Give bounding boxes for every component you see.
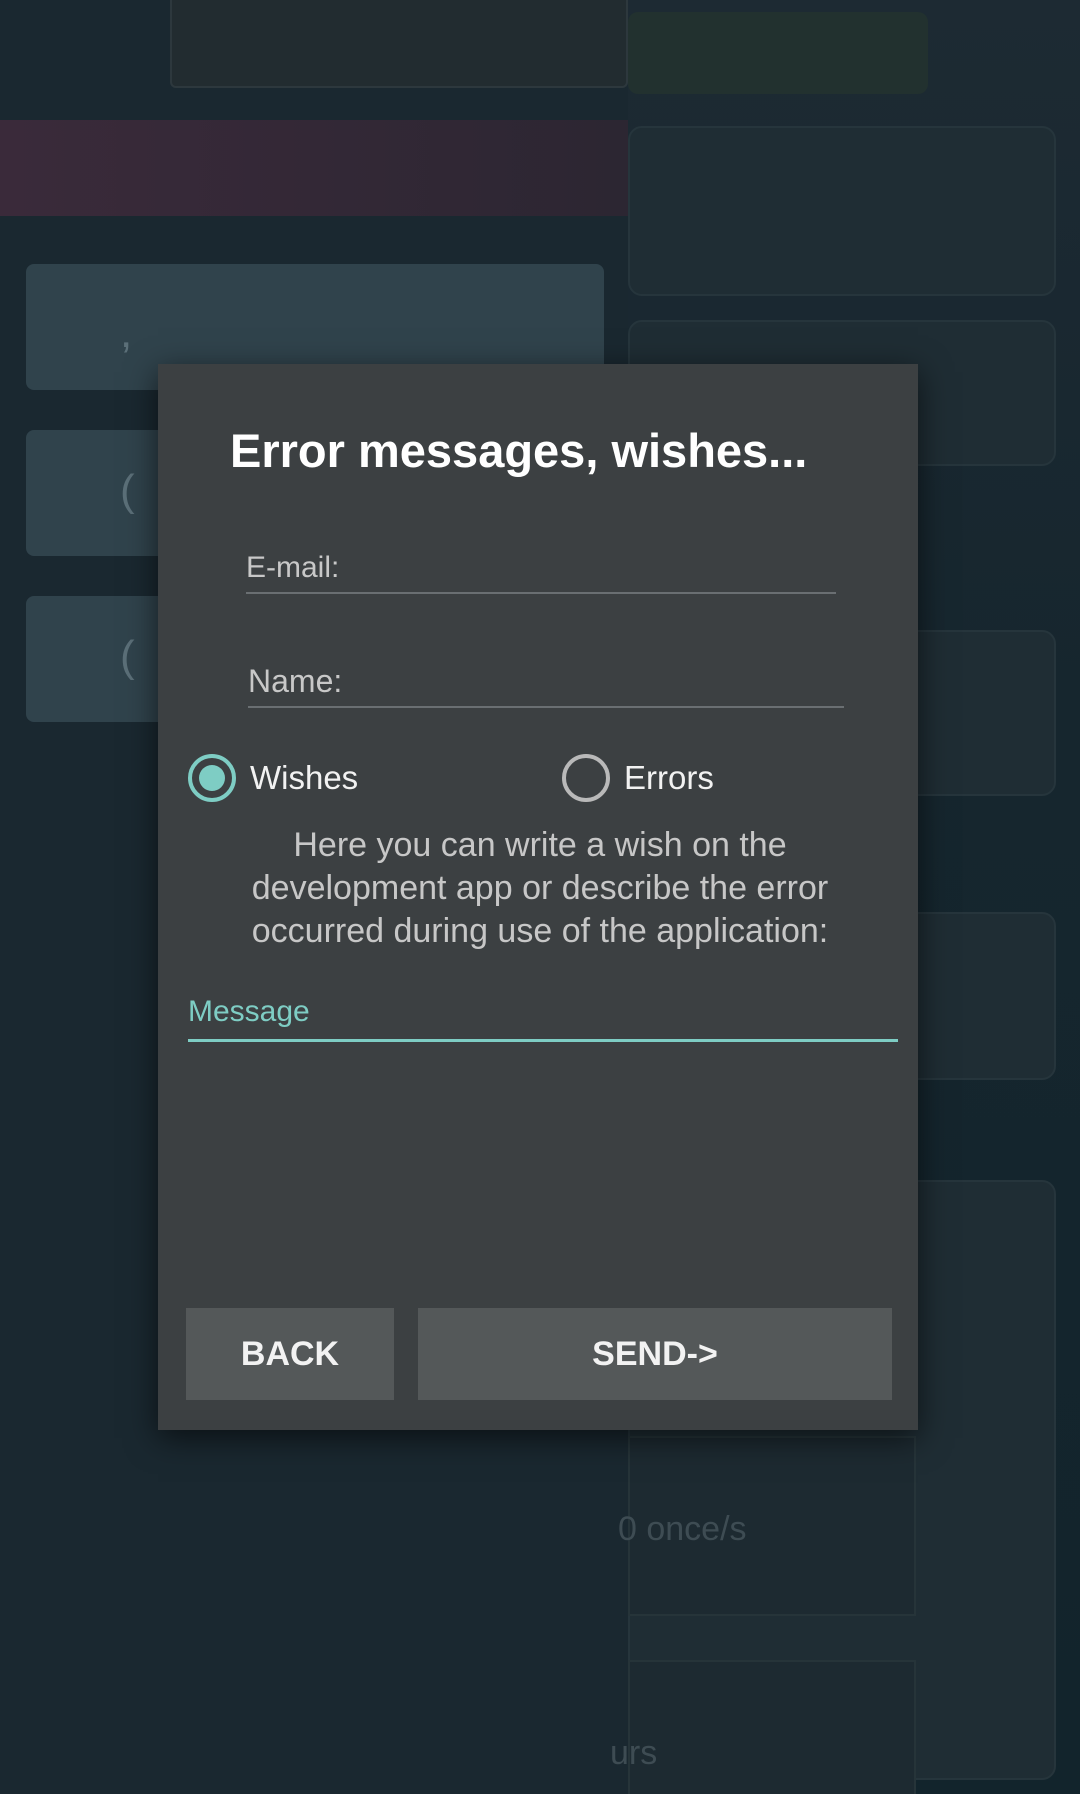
background-card-glyph: ( [120,632,135,681]
background-faint-text-1: 0 once/s [618,1510,747,1548]
background-faint-text-2: urs [610,1734,658,1772]
back-button[interactable]: BACK [186,1308,394,1400]
background-top-box [170,0,628,88]
radio-errors-label: Errors [624,759,714,796]
background-top-box-right [628,12,928,94]
radio-errors[interactable]: Errors [562,750,714,806]
name-field[interactable] [248,656,844,708]
radio-wishes[interactable]: Wishes [188,750,358,806]
dialog-title: Error messages, wishes... [230,424,808,477]
background-card-glyph: ( [120,466,135,515]
background-box-2 [628,1660,916,1794]
feedback-type-radio-group: Wishes Errors [188,750,888,806]
background-header-bar [0,120,628,216]
email-field[interactable] [246,544,836,594]
radio-checked-icon [188,754,236,802]
background-card-glyph: , [120,308,133,357]
help-text: Here you can write a wish on the develop… [251,826,829,950]
radio-wishes-label: Wishes [250,759,359,796]
background-right-card-1 [628,126,1056,296]
feedback-dialog: Error messages, wishes... Wishes Errors … [158,364,918,1430]
radio-unchecked-icon [562,754,610,802]
send-button[interactable]: SEND-> [418,1308,892,1400]
message-field[interactable] [188,984,898,1042]
